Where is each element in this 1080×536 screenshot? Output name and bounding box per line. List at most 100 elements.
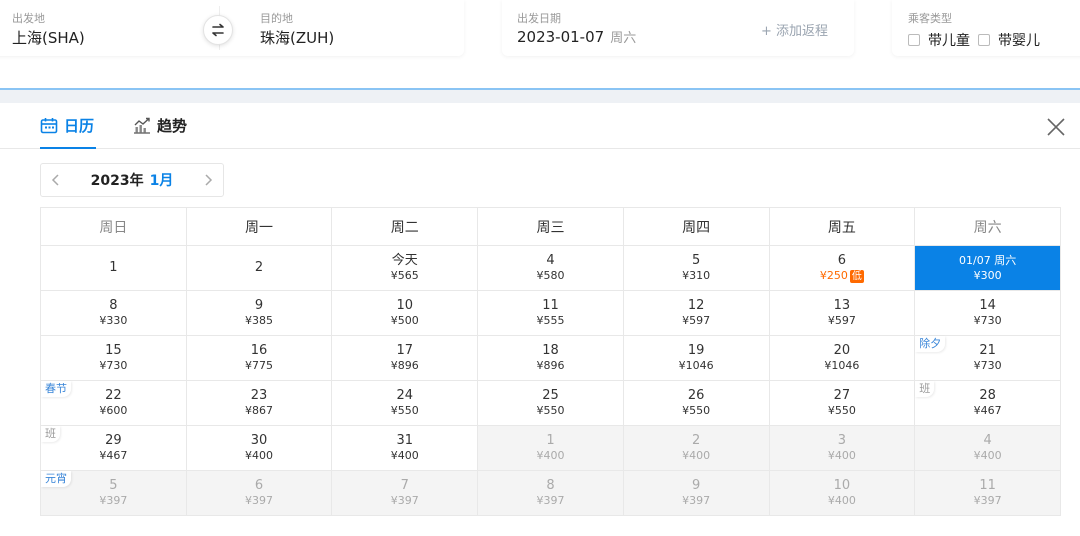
calendar-day[interactable]: 2 [185,245,333,291]
calendar-day[interactable]: 1 [40,245,187,291]
calendar-day[interactable]: 2 ¥400 [622,425,770,471]
swap-arrows-icon [212,23,224,37]
day-number: 27 [833,388,851,403]
calendar-day[interactable]: 4 ¥400 [914,425,1061,471]
calendar-day[interactable]: 11 ¥397 [914,470,1061,516]
calendar-day[interactable]: 27 ¥550 [768,380,916,426]
calendar-day[interactable]: 14 ¥730 [914,290,1061,336]
day-price: ¥400 [682,449,711,462]
day-price-line: ¥397 [187,494,332,508]
calendar-day[interactable]: 3 ¥400 [768,425,916,471]
calendar-day[interactable]: 23 ¥867 [185,380,333,426]
day-price-line: ¥385 [187,314,332,328]
day-number: 今天 [391,253,418,268]
day-number: 8 [109,298,118,313]
day-price: ¥1046 [678,359,714,372]
trend-chart-icon [134,117,150,134]
day-price: ¥300 [973,269,1002,282]
day-price-line: ¥1046 [624,359,769,373]
calendar-day[interactable]: 10 ¥500 [331,290,479,336]
day-price: ¥565 [390,269,419,282]
calendar-day[interactable]: 8 ¥330 [40,290,187,336]
calendar-day[interactable]: 9 ¥385 [185,290,333,336]
day-price-line: ¥867 [187,404,332,418]
day-price-line: ¥550 [770,404,915,418]
day-number: 13 [833,298,851,313]
calendar-day[interactable]: 6 ¥250 低 [768,245,916,291]
day-number: 10 [833,478,851,493]
passenger-label: 乘客类型 [908,12,952,25]
tab-trend[interactable]: 趋势 [133,115,187,149]
calendar-day[interactable]: 17 ¥896 [331,335,479,381]
calendar-day[interactable]: 25 ¥550 [477,380,624,426]
calendar-day[interactable]: 24 ¥550 [331,380,479,426]
origin-value: 上海(SHA) [12,29,85,47]
checkbox-box[interactable] [908,34,920,46]
weekday-header: 周三 [477,207,624,246]
calendar-day[interactable]: 30 ¥400 [185,425,333,471]
calendar-day[interactable]: 8 ¥397 [477,470,624,516]
calendar-day[interactable]: 班 28 ¥467 [914,380,1061,426]
price-calendar: 周日 周一 周二 周三 周四 周五 周六 1 2 今天 ¥565 4 ¥580 5 ¥310 6… [40,207,1061,516]
calendar-day[interactable]: 19 ¥1046 [622,335,770,381]
calendar-day[interactable]: 6 ¥397 [185,470,333,516]
calendar-day[interactable]: 13 ¥597 [768,290,916,336]
calendar-day[interactable]: 5 ¥310 [622,245,770,291]
calendar-day[interactable]: 31 ¥400 [331,425,479,471]
weekday-header: 周四 [622,207,770,246]
calendar-day[interactable]: 18 ¥896 [477,335,624,381]
calendar-day-selected[interactable]: 01/07 周六 ¥300 [914,245,1061,291]
calendar-day[interactable]: 26 ¥550 [622,380,770,426]
next-month-button[interactable] [193,164,223,196]
holiday-tag: 元宵 [41,471,71,487]
day-price: ¥397 [99,494,128,507]
with-infant-checkbox[interactable]: 带婴儿 [978,30,1040,50]
route-card: 出发地 上海(SHA) 目的地 珠海(ZUH) [0,0,464,56]
calendar-day[interactable]: 春节 22 ¥600 [40,380,187,426]
date-label: 出发日期 [517,12,561,25]
prev-month-button[interactable] [41,164,71,196]
day-price-line: ¥600 [41,404,186,418]
day-number: 4 [983,433,992,448]
month-text: 1月 [149,173,174,189]
day-price-line: ¥250 低 [770,269,915,283]
day-price: ¥550 [827,404,856,417]
calendar-day[interactable]: 15 ¥730 [40,335,187,381]
day-price-line: ¥467 [41,449,186,463]
year-text: 2023年 [90,173,144,189]
calendar-day[interactable]: 1 ¥400 [477,425,624,471]
calendar-day[interactable]: 班 29 ¥467 [40,425,187,471]
checkbox-box[interactable] [978,34,990,46]
date-value: 2023-01-07 周六 [517,27,636,46]
workday-tag: 班 [915,381,935,397]
calendar-day[interactable]: 16 ¥775 [185,335,333,381]
date-weekday: 周六 [610,31,637,46]
add-return-button[interactable]: + 添加返程 [761,20,828,39]
day-number: 26 [687,388,705,403]
calendar-day[interactable]: 12 ¥597 [622,290,770,336]
calendar-day[interactable]: 11 ¥555 [477,290,624,336]
close-icon[interactable] [1046,117,1066,137]
calendar-day[interactable]: 今天 ¥565 [331,245,479,291]
day-price-line: ¥550 [478,404,623,418]
calendar-day[interactable]: 4 ¥580 [477,245,624,291]
calendar-day[interactable]: 10 ¥400 [768,470,916,516]
weekday-header-row: 周日 周一 周二 周三 周四 周五 周六 [40,207,1061,246]
origin-label: 出发地 [12,12,45,25]
calendar-icon [40,118,58,134]
day-price: ¥397 [682,494,711,507]
day-price-line: ¥400 [624,449,769,463]
day-price: ¥397 [390,494,419,507]
calendar-day[interactable]: 20 ¥1046 [768,335,916,381]
lowest-price-badge: 低 [849,270,864,283]
day-price-line: ¥397 [478,494,623,508]
calendar-day[interactable]: 除夕 21 ¥730 [914,335,1061,381]
calendar-day[interactable]: 元宵 5 ¥397 [40,470,187,516]
day-number: 24 [396,388,414,403]
with-child-checkbox[interactable]: 带儿童 [908,30,970,50]
swap-button[interactable] [203,15,233,45]
tab-calendar[interactable]: 日历 [40,115,96,149]
workday-tag: 班 [41,426,60,442]
calendar-day[interactable]: 9 ¥397 [622,470,770,516]
calendar-day[interactable]: 7 ¥397 [331,470,479,516]
